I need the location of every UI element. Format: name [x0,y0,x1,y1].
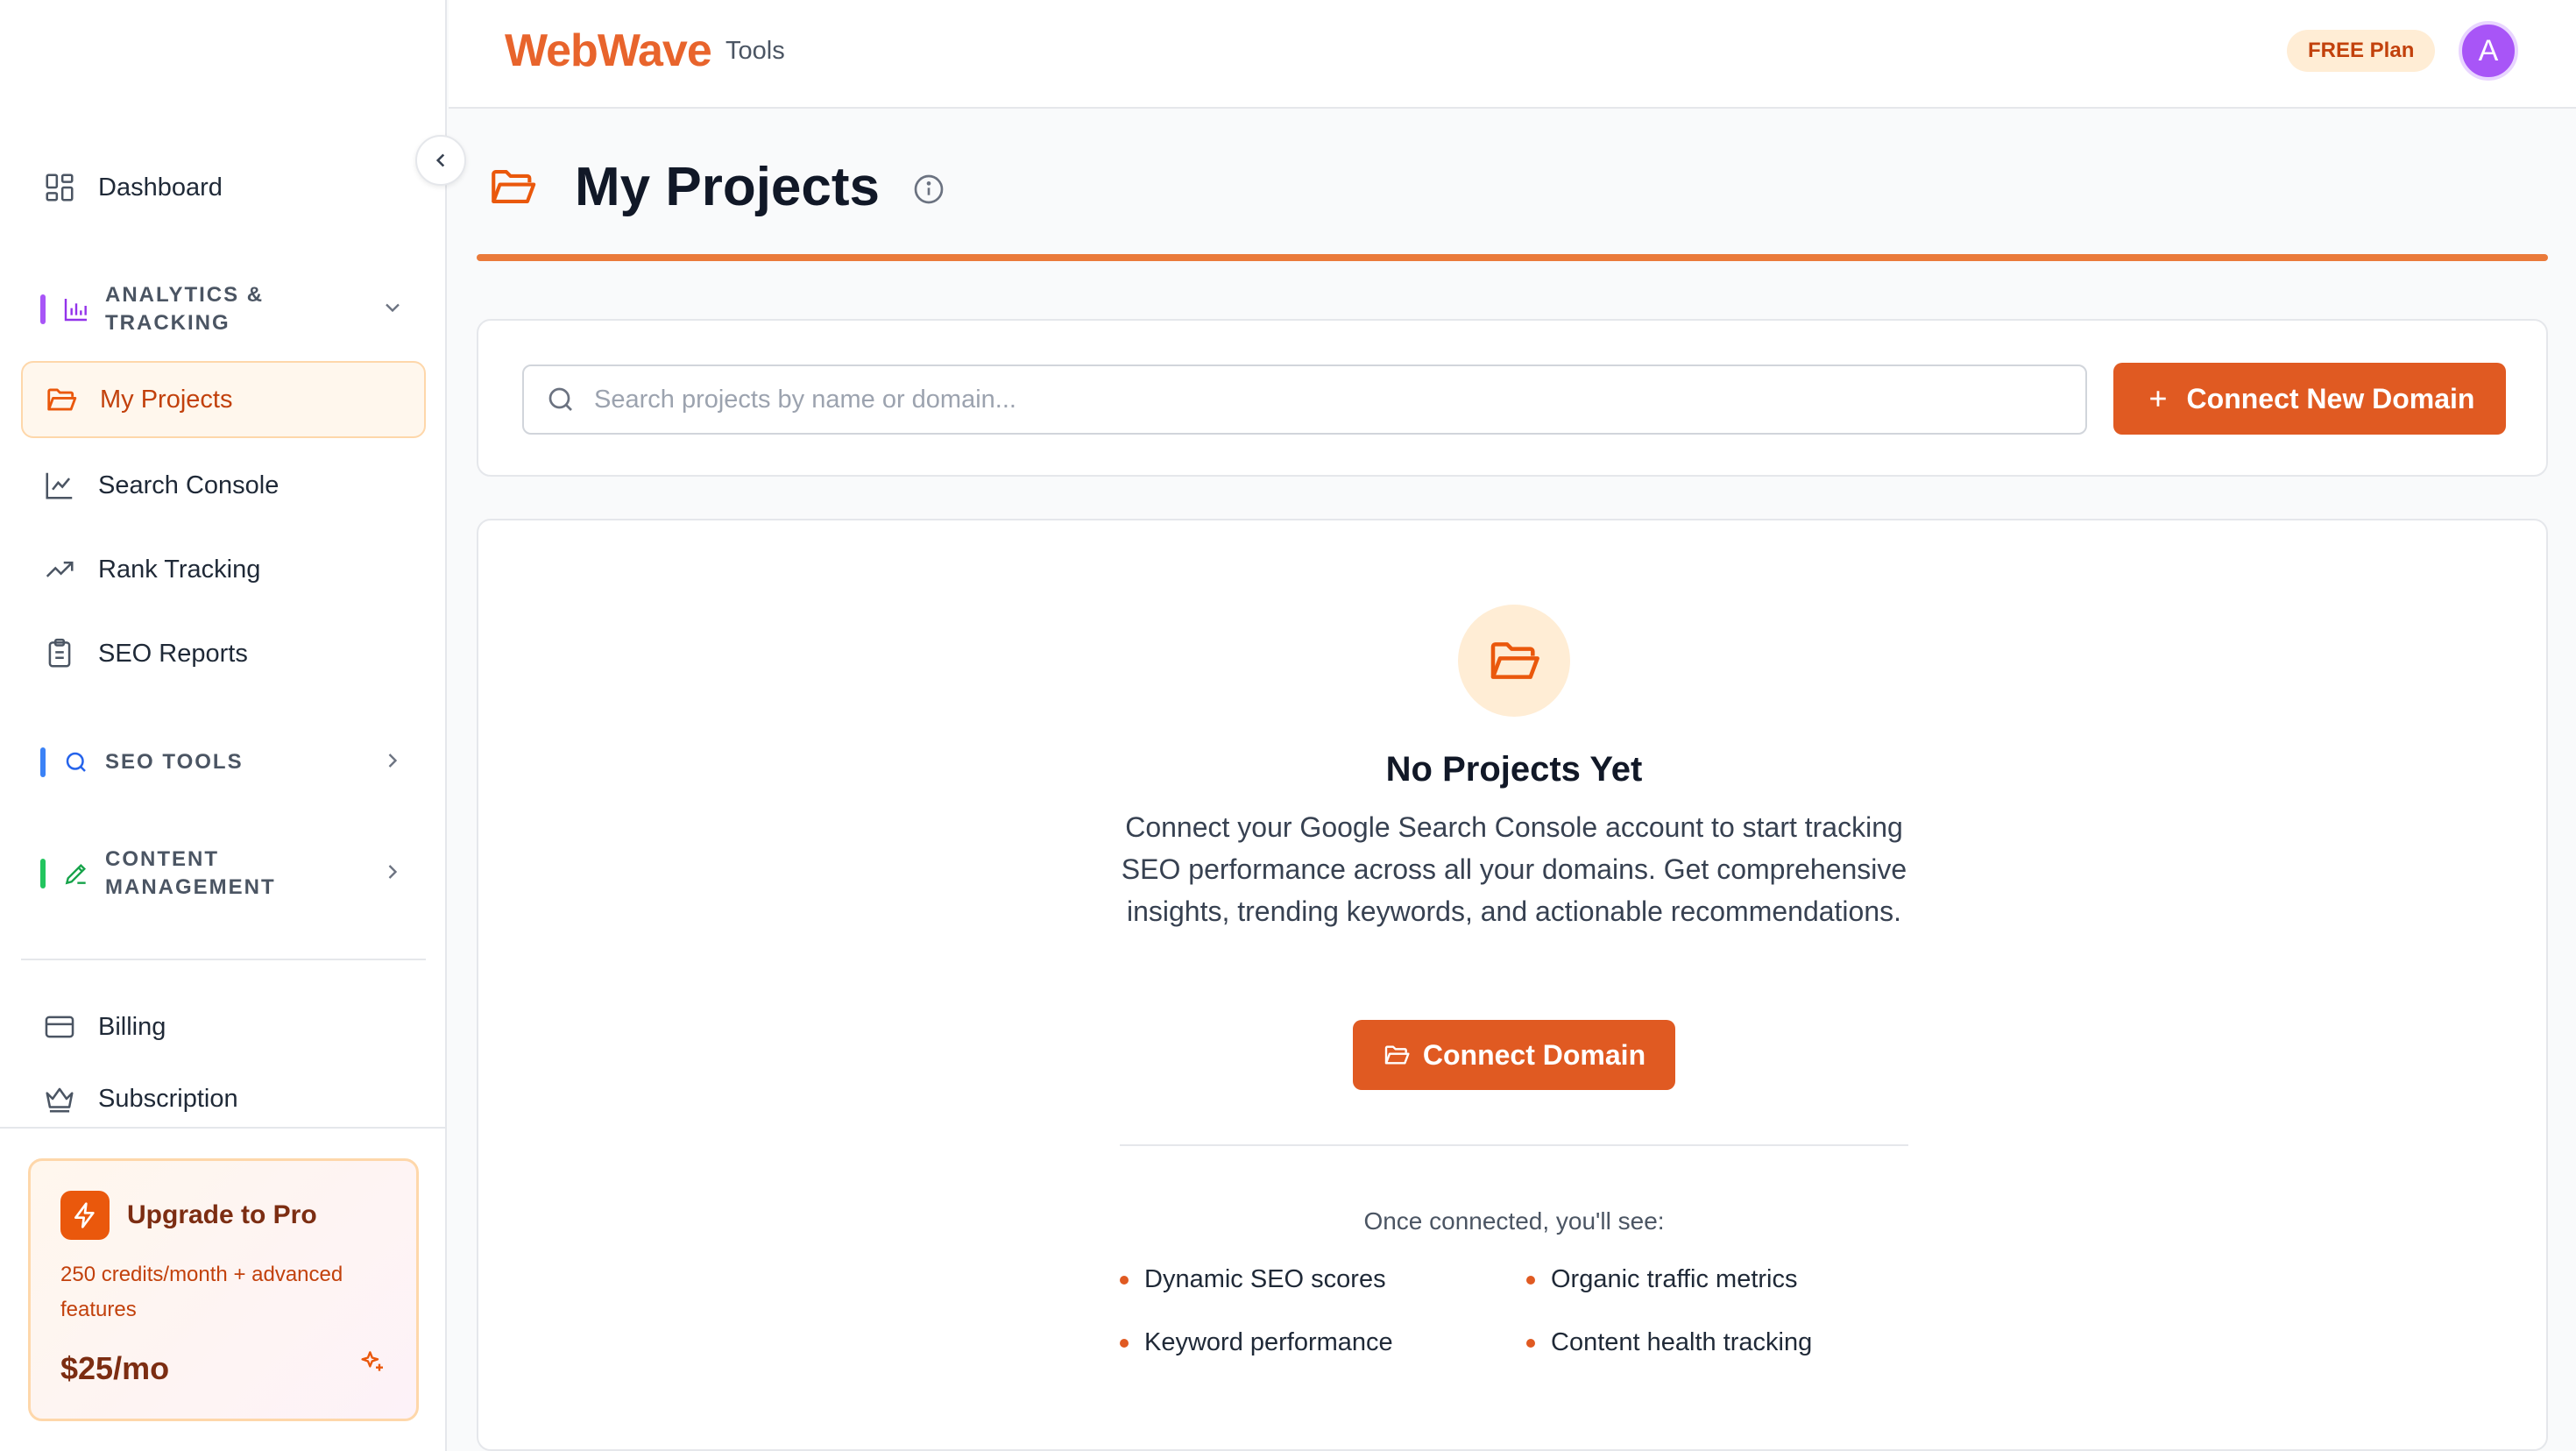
group-accent-bar [40,859,46,888]
sidebar-item-my-projects[interactable]: My Projects [21,361,426,438]
sidebar: Dashboard ANALYTICS & TRACKING My Projec… [0,0,447,1451]
search-box[interactable] [522,365,2087,435]
upgrade-card[interactable]: Upgrade to Pro 250 credits/month + advan… [28,1158,419,1421]
sidebar-item-rank-tracking[interactable]: Rank Tracking [21,531,426,608]
feature-label: Content health tracking [1551,1328,1813,1356]
sidebar-item-search-console[interactable]: Search Console [21,447,426,524]
line-chart-icon [42,468,77,503]
trending-up-icon [42,552,77,587]
group-analytics-tracking[interactable]: ANALYTICS & TRACKING [21,279,426,340]
sidebar-item-label: My Projects [100,385,233,414]
avatar[interactable]: A [2459,21,2518,81]
folder-open-icon [44,382,79,417]
group-label: SEO TOOLS [105,750,244,774]
page-title: My Projects [575,157,881,217]
crown-icon [42,1081,77,1116]
search-icon [545,384,577,415]
group-accent-bar [40,747,46,777]
empty-state-divider [1120,1144,1908,1146]
folder-open-icon [1458,605,1570,717]
sidebar-item-billing[interactable]: Billing [21,988,426,1065]
group-accent-bar [40,294,46,324]
sidebar-item-label: Billing [98,1012,166,1041]
clipboard-icon [42,636,77,671]
search-input[interactable] [594,385,1996,414]
feature-item: Content health tracking [1526,1328,1812,1357]
bullet-dot [1120,1275,1129,1285]
group-label: ANALYTICS & TRACKING [105,283,265,335]
feature-label: Organic traffic metrics [1551,1265,1798,1293]
button-label: Connect Domain [1422,1038,1646,1071]
chevron-right-icon [380,748,405,777]
sidebar-item-label: Search Console [98,471,280,499]
bolt-icon [60,1191,110,1240]
chevron-down-icon [380,295,405,324]
empty-state-description: Connect your Google Search Console accou… [1121,811,1907,927]
folder-open-icon [1383,1041,1411,1069]
upgrade-title: Upgrade to Pro [127,1200,317,1229]
group-seo-tools[interactable]: SEO TOOLS [21,745,426,780]
empty-state-title: No Projects Yet [1385,750,1643,789]
sidebar-divider [21,959,426,960]
search-icon [61,747,91,777]
folder-open-icon [487,161,538,216]
chevron-right-icon [380,860,405,888]
chevron-left-icon [429,149,452,172]
sparkle-icon [358,1348,386,1380]
feature-label: Keyword performance [1144,1328,1393,1356]
connect-new-domain-button[interactable]: Connect New Domain [2113,363,2506,435]
sidebar-collapse-button[interactable] [415,135,466,186]
empty-state-card: No Projects Yet Connect your Google Sear… [477,519,2548,1451]
group-content-management[interactable]: CONTENT MANAGEMENT [21,843,426,904]
bullet-dot [1120,1338,1129,1348]
plus-icon [2145,386,2171,412]
credit-card-icon [42,1009,77,1044]
bullet-dot [1526,1275,1535,1285]
feature-label: Dynamic SEO scores [1144,1265,1386,1293]
sidebar-item-dashboard[interactable]: Dashboard [21,149,426,226]
bar-chart-icon [61,294,91,324]
once-connected-label: Once connected, you'll see: [1363,1207,1665,1235]
upgrade-price: $25/mo [60,1350,170,1386]
search-card: Connect New Domain [477,319,2548,477]
sidebar-item-label: Subscription [98,1084,238,1113]
connect-domain-button[interactable]: Connect Domain [1353,1020,1675,1090]
brand-logo[interactable]: WebWave [505,25,712,77]
sidebar-item-label: Dashboard [98,173,223,202]
sidebar-item-subscription[interactable]: Subscription [21,1072,426,1125]
sidebar-item-label: SEO Reports [98,639,248,668]
upgrade-description: 250 credits/month + advanced features [60,1263,343,1321]
sidebar-item-seo-reports[interactable]: SEO Reports [21,615,426,692]
feature-item: Organic traffic metrics [1526,1265,1797,1294]
brand-subtitle: Tools [725,37,785,65]
bullet-dot [1526,1338,1535,1348]
feature-item: Keyword performance [1120,1328,1393,1357]
top-header: WebWave Tools FREE Plan A [449,0,2576,109]
sidebar-item-label: Rank Tracking [98,555,261,584]
button-label: Connect New Domain [2186,382,2475,414]
upgrade-separator [0,1127,447,1129]
pencil-icon [61,859,91,888]
plan-badge[interactable]: FREE Plan [2287,30,2436,72]
upgrade-header: Upgrade to Pro [60,1191,386,1240]
info-icon[interactable] [911,172,946,211]
title-underline [477,254,2548,261]
group-label: CONTENT MANAGEMENT [105,847,276,899]
feature-item: Dynamic SEO scores [1120,1265,1386,1294]
grid-icon [42,170,77,205]
